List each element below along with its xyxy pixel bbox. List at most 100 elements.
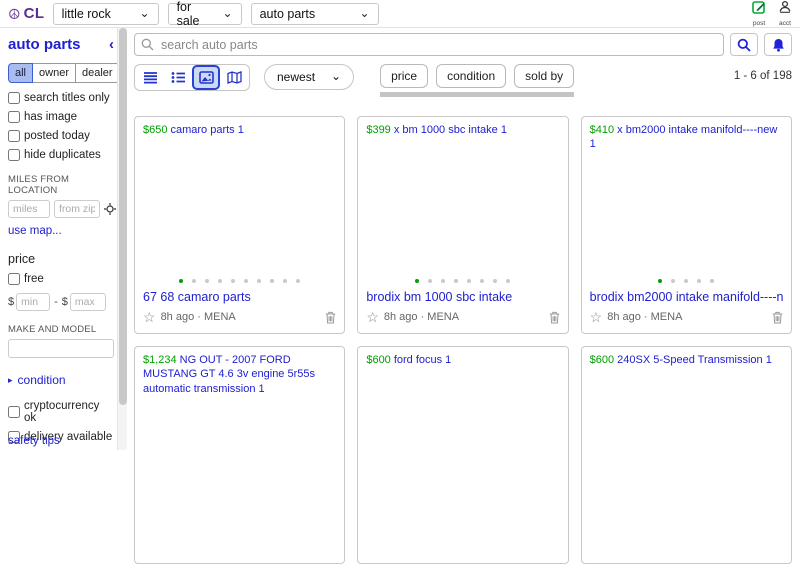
cryptocurrency-ok-checkbox[interactable]	[8, 406, 20, 418]
price-section-label: price	[8, 252, 36, 266]
map-view-button[interactable]	[220, 65, 248, 90]
filter-chips-scrollbar[interactable]	[380, 92, 575, 97]
chevron-down-icon: ⌄	[359, 5, 370, 20]
search-titles-only-checkbox[interactable]	[8, 92, 20, 104]
carousel-dots[interactable]	[366, 279, 559, 283]
condition-expander[interactable]: ▸ condition	[8, 373, 114, 387]
currency-symbol: $	[61, 296, 68, 308]
make-model-label: MAKE AND MODEL	[8, 324, 97, 335]
listing-title-link[interactable]: brodix bm 1000 sbc intake	[366, 290, 559, 304]
checkbox-hide-duplicates[interactable]: hide duplicates	[8, 149, 114, 161]
hide-duplicates-checkbox[interactable]	[8, 149, 20, 161]
favorite-star-icon[interactable]: ☆	[590, 310, 603, 324]
listing-title-link[interactable]: 67 68 camaro parts	[143, 290, 336, 304]
carousel-dots[interactable]	[590, 279, 783, 283]
peace-icon: ☮	[8, 5, 21, 22]
carousel-dots[interactable]	[143, 279, 336, 283]
price-label: $410	[589, 124, 615, 136]
price-label: $650	[143, 124, 168, 136]
card-top-title: $410 x bm2000 intake manifold----new 1	[589, 124, 778, 151]
tab-owner[interactable]: owner	[32, 63, 76, 83]
sidebar-scrollbar-thumb[interactable]	[119, 28, 127, 405]
list-view-icon	[143, 72, 157, 84]
card-top-title: $1,234 NG OUT - 2007 FORD MUSTANG GT 4.6 …	[143, 354, 315, 395]
detailed-list-view-button[interactable]	[164, 65, 192, 90]
search-icon	[737, 38, 751, 52]
listing-card[interactable]: $650 camaro parts 1 67 68 camaro parts ☆ …	[134, 116, 346, 334]
favorite-star-icon[interactable]: ☆	[143, 310, 156, 324]
search-icon	[141, 38, 154, 51]
save-search-alert-button[interactable]	[764, 33, 792, 56]
hide-trash-icon[interactable]	[772, 311, 783, 324]
has-image-checkbox[interactable]	[8, 111, 20, 123]
price-label: $1,234	[143, 354, 177, 366]
listing-card[interactable]: $600 ford focus 1	[357, 346, 569, 564]
locate-crosshair-icon[interactable]	[104, 203, 116, 215]
listing-card[interactable]: $410 x bm2000 intake manifold----new 1 br…	[580, 116, 792, 334]
checkbox-cryptocurrency-ok[interactable]: cryptocurrency ok	[8, 400, 114, 424]
hide-trash-icon[interactable]	[325, 311, 336, 324]
checkbox-has-image[interactable]: has image	[8, 111, 114, 123]
favorite-star-icon[interactable]: ☆	[366, 310, 379, 324]
gallery-view-icon	[198, 71, 214, 84]
card-top-title: $600 240SX 5-Speed Transmission 1	[589, 354, 772, 366]
chevron-down-icon: ⌄	[331, 69, 342, 84]
seller-type-tabs: all owner dealer	[8, 63, 120, 83]
filter-chip-price[interactable]: price	[380, 64, 429, 88]
location-dropdown-label: little rock	[61, 6, 111, 21]
logo-text: CL	[23, 5, 45, 22]
account-person-icon	[778, 0, 792, 19]
price-min-input[interactable]	[16, 293, 51, 311]
listing-card[interactable]: $399 x bm 1000 sbc intake 1 brodix bm 100…	[357, 116, 569, 334]
collapse-sidebar-icon[interactable]: ‹	[109, 36, 114, 53]
list-view-button[interactable]	[136, 65, 164, 90]
account-button[interactable]: acct	[778, 0, 792, 27]
bell-icon	[772, 38, 784, 52]
location-dropdown[interactable]: little rock ⌄	[52, 2, 159, 25]
craigslist-logo[interactable]: ☮ CL	[8, 5, 45, 22]
category-dropdown[interactable]: for sale ⌄	[167, 0, 242, 28]
from-zip-input[interactable]	[54, 200, 100, 218]
card-top-title: $650 camaro parts 1	[143, 124, 244, 136]
use-map-link[interactable]: use map...	[8, 225, 62, 237]
listing-meta: 8h ago · MENA	[607, 311, 683, 323]
detailed-list-view-icon	[171, 72, 185, 83]
listing-title-link[interactable]: brodix bm2000 intake manifold----new	[590, 290, 783, 304]
chevron-down-icon: ⌄	[222, 5, 233, 20]
card-top-title: $399 x bm 1000 sbc intake 1	[366, 124, 507, 136]
filter-chip-condition[interactable]: condition	[436, 64, 507, 88]
arrow-right-icon: ▸	[8, 374, 13, 385]
hide-trash-icon[interactable]	[549, 311, 560, 324]
subcategory-dropdown[interactable]: auto parts ⌄	[250, 2, 379, 25]
price-label: $600	[366, 354, 391, 366]
search-input[interactable]	[134, 33, 724, 56]
price-max-input[interactable]	[69, 293, 106, 311]
post-button[interactable]: post	[752, 0, 766, 27]
posted-today-checkbox[interactable]	[8, 130, 20, 142]
gallery-view-button[interactable]	[192, 65, 220, 90]
make-model-input[interactable]	[8, 339, 114, 358]
miles-input[interactable]	[8, 200, 50, 218]
account-label: acct	[779, 20, 791, 27]
checkbox-free[interactable]: free	[8, 273, 114, 285]
listing-card[interactable]: $600 240SX 5-Speed Transmission 1	[580, 346, 792, 564]
post-icon	[752, 0, 766, 19]
filter-chip-sold-by[interactable]: sold by	[514, 64, 575, 88]
category-dropdown-label: for sale	[176, 0, 200, 28]
view-toggle-group	[134, 64, 250, 91]
safety-tips-link[interactable]: safety tips	[8, 435, 89, 447]
subcategory-dropdown-label: auto parts	[259, 6, 316, 21]
checkbox-posted-today[interactable]: posted today	[8, 130, 114, 142]
top-header: ☮ CL little rock ⌄ for sale ⌄ auto parts…	[0, 0, 800, 28]
sidebar-scrollbar[interactable]	[117, 28, 127, 450]
listing-card[interactable]: $1,234 NG OUT - 2007 FORD MUSTANG GT 4.6 …	[134, 346, 346, 564]
tab-dealer[interactable]: dealer	[74, 63, 120, 83]
checkbox-search-titles-only[interactable]: search titles only	[8, 92, 114, 104]
search-submit-button[interactable]	[730, 33, 758, 56]
currency-symbol: $	[8, 296, 15, 308]
chevron-down-icon: ⌄	[139, 5, 150, 20]
sort-dropdown[interactable]: newest ⌄	[264, 64, 355, 90]
tab-all[interactable]: all	[8, 63, 34, 83]
free-checkbox[interactable]	[8, 273, 20, 285]
gallery-grid: $650 camaro parts 1 67 68 camaro parts ☆ …	[134, 116, 792, 564]
